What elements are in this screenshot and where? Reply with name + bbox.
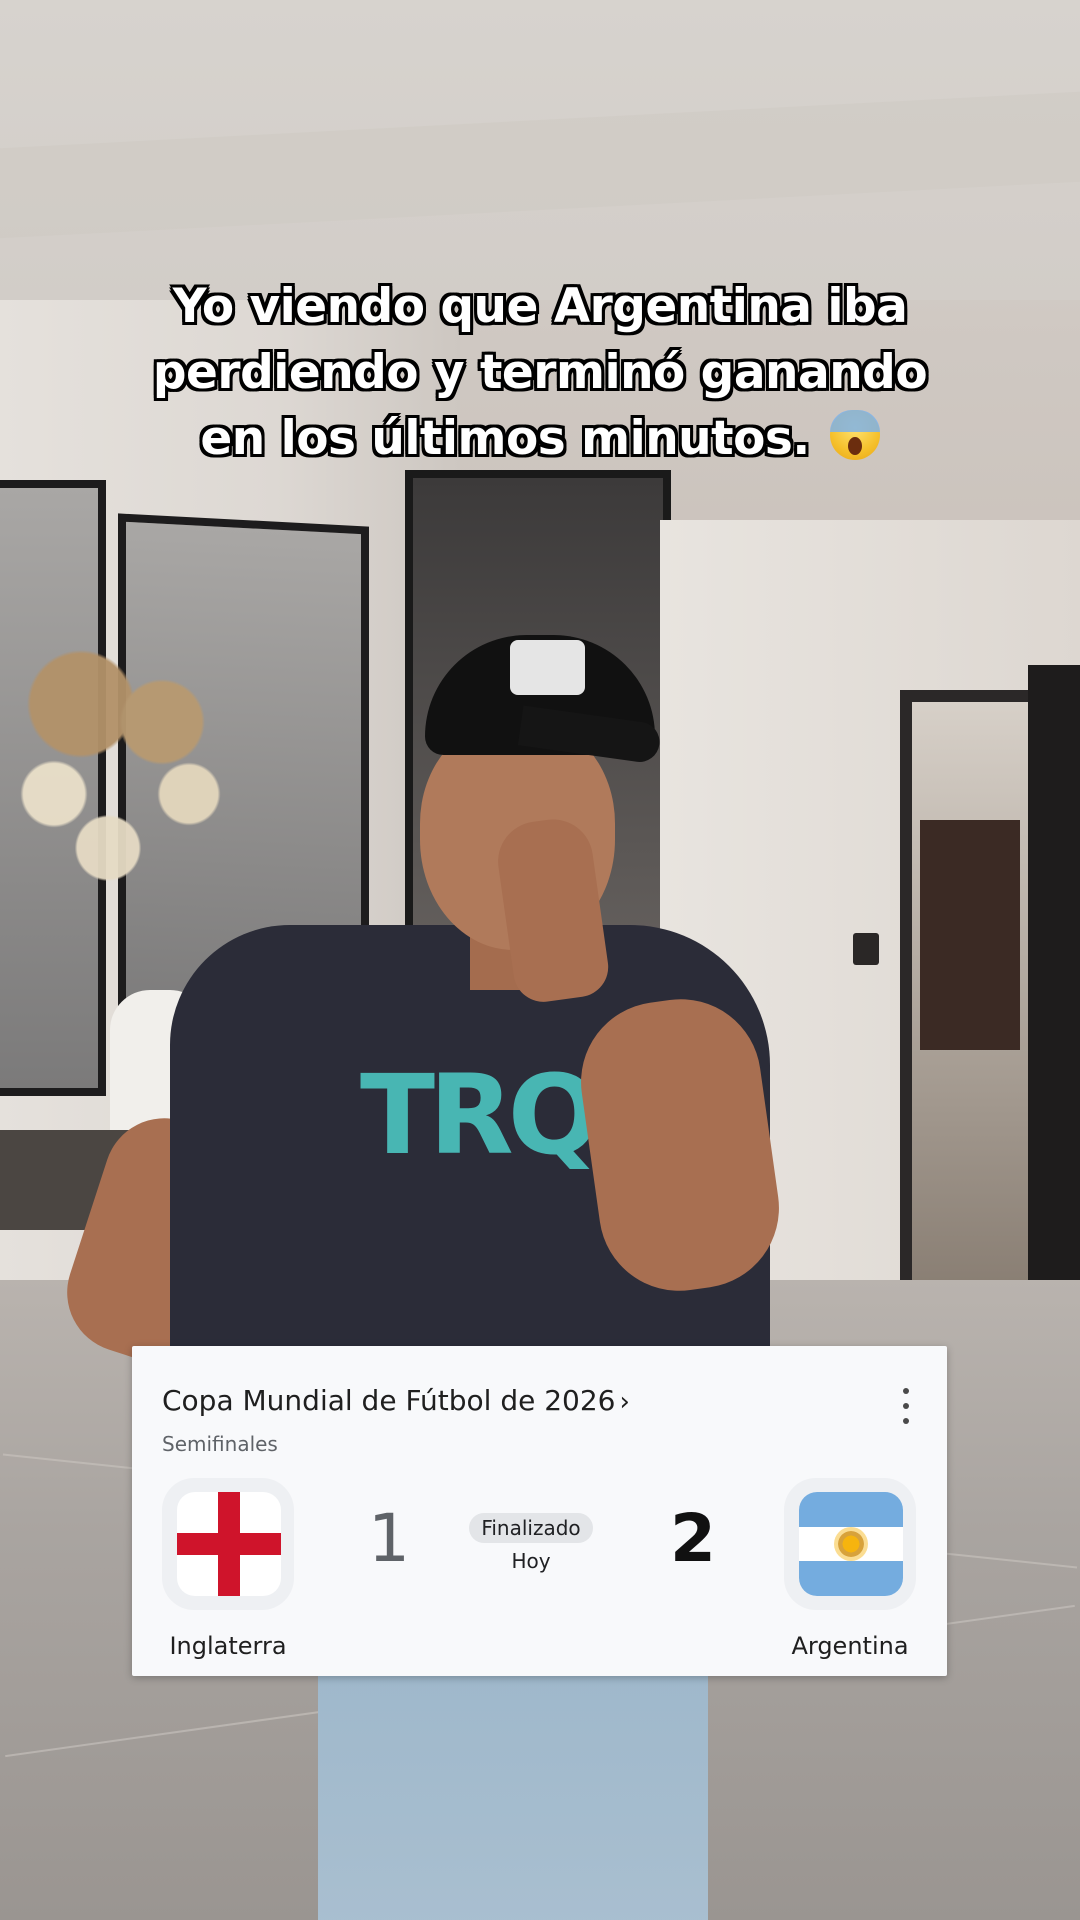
england-flag-icon [177,1492,281,1596]
status-badge: Finalizado [469,1513,593,1543]
caption-text: Yo viendo que Argentina iba perdiendo y … [152,279,928,466]
person-pants [318,1670,708,1920]
away-team-logo [784,1478,916,1610]
away-score: 2 [670,1500,716,1577]
away-team[interactable]: Argentina [784,1478,916,1660]
more-vert-icon[interactable] [894,1388,918,1424]
match-score-card[interactable]: Copa Mundial de Fútbol de 2026 › Semifina… [132,1346,947,1676]
competition-link[interactable]: Copa Mundial de Fútbol de 2026 › [162,1384,630,1417]
match-status: Finalizado Hoy [468,1513,594,1573]
home-team-logo [162,1478,294,1610]
argentina-flag-icon [799,1492,903,1596]
cap-patch [510,640,585,695]
competition-name: Copa Mundial de Fútbol de 2026 [162,1384,616,1417]
match-stage: Semifinales [162,1432,278,1456]
home-team-name: Inglaterra [169,1632,287,1660]
video-caption: Yo viendo que Argentina iba perdiendo y … [130,274,950,472]
home-score: 1 [368,1500,410,1577]
screaming-face-emoji-icon [829,410,880,460]
shirt-graphic: TRQRT [360,1051,744,1179]
home-team[interactable]: Inglaterra [162,1478,294,1660]
chevron-right-icon: › [619,1387,630,1417]
away-team-name: Argentina [791,1632,909,1660]
match-date: Hoy [511,1549,551,1573]
